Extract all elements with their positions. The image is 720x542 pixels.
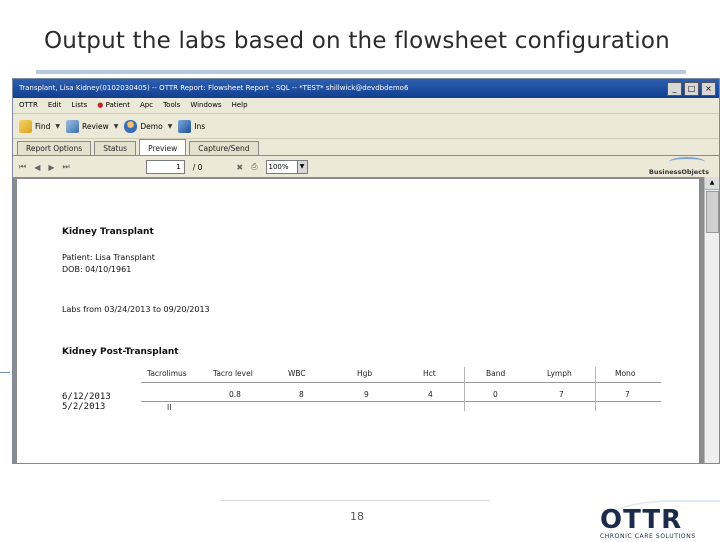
review-button[interactable]: Review ▼ xyxy=(66,119,119,133)
window-title: Transplant, Lisa Kidney(0102030405) -- O… xyxy=(19,84,409,92)
menu-help[interactable]: Help xyxy=(232,98,248,113)
scrollbar-thumb[interactable] xyxy=(706,191,719,233)
insurance-icon xyxy=(178,119,192,133)
patient-icon: ● xyxy=(97,101,104,109)
table-cell: 8 xyxy=(299,390,304,399)
review-icon xyxy=(66,119,79,133)
print-icon[interactable]: ⎙ xyxy=(251,162,257,172)
report-navigation-bar: ⏮ ◀ ▶ ⏭ 1 / 0 ✖ ⎙ 100% ▼ BusinessObjects xyxy=(13,156,719,179)
businessobjects-swoosh xyxy=(669,157,705,167)
find-button[interactable]: Find ▼ xyxy=(19,119,60,133)
slide-page-number: 18 xyxy=(350,510,364,523)
close-button[interactable]: × xyxy=(701,82,716,96)
column-header: Tacrolimus xyxy=(147,369,187,378)
menu-bar: OTTR Edit Lists ● Patient Apc Tools Wind… xyxy=(13,98,719,114)
businessobjects-logo: BusinessObjects xyxy=(648,168,709,176)
table-cell: 7 xyxy=(559,390,564,399)
ottr-logo-word: OTTR xyxy=(600,505,683,535)
menu-lists[interactable]: Lists xyxy=(71,98,87,113)
column-header: Hct xyxy=(423,369,436,378)
menu-tools[interactable]: Tools xyxy=(163,98,180,113)
zoom-dropdown-icon[interactable]: ▼ xyxy=(296,161,307,173)
zoom-select[interactable]: 100% ▼ xyxy=(265,160,308,174)
close-preview-icon[interactable]: ✖ xyxy=(236,163,243,172)
tab-capture-send[interactable]: Capture/Send xyxy=(189,141,259,155)
tab-status[interactable]: Status xyxy=(94,141,137,155)
footer-rule xyxy=(220,500,490,501)
title-rule xyxy=(36,70,686,74)
column-header: WBC xyxy=(288,369,306,378)
table-cell: 7 xyxy=(625,390,630,399)
table-cell: II xyxy=(167,403,172,412)
table-column-divider xyxy=(464,367,465,411)
find-icon xyxy=(19,119,32,133)
menu-edit[interactable]: Edit xyxy=(48,98,62,113)
table-header-rule xyxy=(141,382,661,383)
column-header: Lymph xyxy=(547,369,572,378)
minimize-button[interactable]: _ xyxy=(667,82,682,96)
column-header: Hgb xyxy=(357,369,373,378)
scroll-up-icon[interactable]: ▲ xyxy=(705,177,719,190)
app-window: Transplant, Lisa Kidney(0102030405) -- O… xyxy=(12,78,720,464)
ins-button[interactable]: Ins xyxy=(178,119,205,133)
table-cell: 4 xyxy=(428,390,433,399)
tab-report-options[interactable]: Report Options xyxy=(17,141,92,155)
tab-bar: Report Options Status Preview Capture/Se… xyxy=(13,139,719,156)
maximize-button[interactable]: □ xyxy=(684,82,699,96)
review-dropdown-icon[interactable]: ▼ xyxy=(114,123,119,130)
window-controls: _ □ × xyxy=(667,82,716,96)
demo-dropdown-icon[interactable]: ▼ xyxy=(168,123,173,130)
table-row-rule xyxy=(141,401,661,402)
slide-title: Output the labs based on the flowsheet c… xyxy=(44,28,670,54)
page-number-input[interactable]: 1 xyxy=(145,160,185,174)
column-header: Tacro level xyxy=(213,369,253,378)
last-page-icon[interactable]: ⏭ xyxy=(63,162,70,172)
page-count-label: / 0 xyxy=(192,162,203,172)
patient-name: Patient: Lisa Transplant xyxy=(62,253,155,262)
table-column-divider xyxy=(595,367,596,411)
report-heading: Kidney Transplant xyxy=(62,227,154,237)
report-viewport: Kidney Transplant Patient: Lisa Transpla… xyxy=(13,177,705,463)
left-accent-line xyxy=(0,372,10,373)
ottr-logo-tagline: CHRONIC CARE SOLUTIONS xyxy=(600,533,696,540)
menu-patient[interactable]: ● Patient xyxy=(97,98,130,113)
row-date: 5/2/2013 xyxy=(62,402,106,412)
demo-button[interactable]: Demo ▼ xyxy=(124,119,173,133)
table-cell: 0 xyxy=(493,390,498,399)
toolbar: Find ▼ Review ▼ Demo ▼ Ins xyxy=(13,114,719,139)
table-cell: 9 xyxy=(364,390,369,399)
labs-date-range: Labs from 03/24/2013 to 09/20/2013 xyxy=(62,305,210,314)
patient-dob: DOB: 04/10/1961 xyxy=(62,265,132,274)
prev-page-icon[interactable]: ◀ xyxy=(34,163,40,172)
next-page-icon[interactable]: ▶ xyxy=(48,163,54,172)
tab-preview[interactable]: Preview xyxy=(139,139,187,155)
window-titlebar[interactable]: Transplant, Lisa Kidney(0102030405) -- O… xyxy=(13,79,719,98)
find-dropdown-icon[interactable]: ▼ xyxy=(55,123,60,130)
report-page: Kidney Transplant Patient: Lisa Transpla… xyxy=(17,179,699,463)
table-cell: 0.8 xyxy=(229,390,241,399)
ottr-logo: OTTR CHRONIC CARE SOLUTIONS xyxy=(600,505,718,540)
person-icon xyxy=(124,119,138,133)
menu-apc[interactable]: Apc xyxy=(140,98,153,113)
first-page-icon[interactable]: ⏮ xyxy=(19,162,26,172)
row-date: 6/12/2013 xyxy=(62,392,111,402)
section-heading: Kidney Post-Transplant xyxy=(62,347,179,357)
column-header: Mono xyxy=(615,369,636,378)
menu-ottr[interactable]: OTTR xyxy=(19,98,38,113)
column-header: Band xyxy=(486,369,506,378)
menu-windows[interactable]: Windows xyxy=(190,98,221,113)
vertical-scrollbar[interactable]: ▲ xyxy=(704,177,719,463)
